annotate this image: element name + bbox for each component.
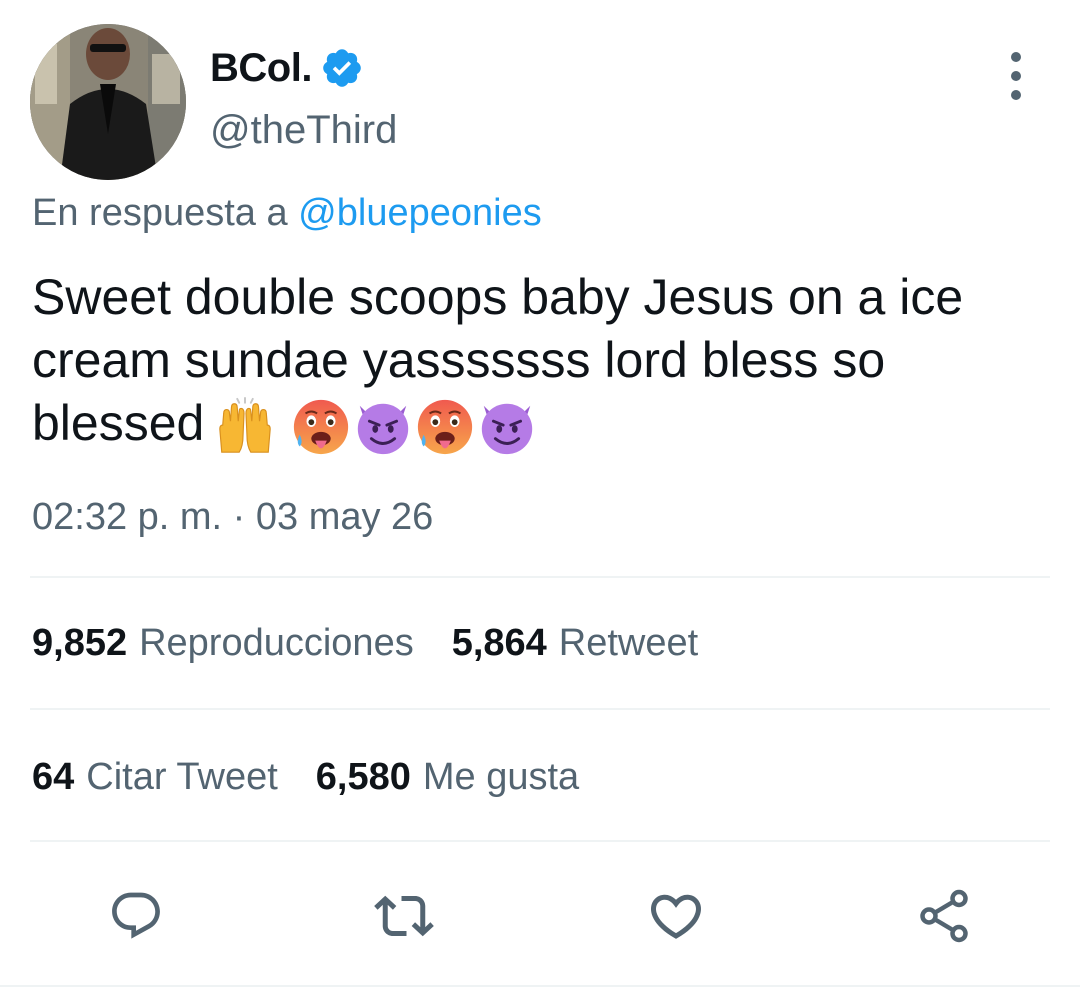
smiling-devil-emoji [482,403,533,454]
views-label: Reproducciones [139,622,414,664]
smiling-devil-emoji [358,403,409,454]
divider [0,985,1080,987]
dot [1011,71,1021,81]
tweet-action-bar [0,878,1080,958]
reply-context: En respuesta a @bluepeonies [32,192,542,235]
avatar-image [30,24,186,180]
raising-hands-emoji [219,396,272,453]
hot-face-emoji [418,399,473,454]
dot [1011,90,1021,100]
views-count: 9,852 [32,622,128,664]
likes-count: 6,580 [315,756,411,798]
tweet-text: Sweet double scoops baby Jesus on a ice … [32,266,1042,458]
tweet-emojis [214,396,538,458]
retweet-button[interactable] [372,884,436,948]
reply-to-handle-link[interactable]: @bluepeonies [298,192,542,234]
reply-icon [112,892,160,939]
share-icon [920,889,968,943]
like-button[interactable] [644,884,708,948]
like-icon [650,894,702,939]
hot-face-emoji [294,399,349,454]
share-button[interactable] [912,884,976,948]
divider [30,576,1050,578]
stats-row-views-retweets: 9,852 Reproducciones 5,864 Retweet [32,622,736,665]
verified-badge-icon [320,46,364,90]
dot [1011,52,1021,62]
quotes-count: 64 [32,756,75,798]
more-options-icon[interactable] [996,52,1036,100]
retweets-label: Retweet [558,622,699,664]
retweets-stat[interactable]: 5,864 Retweet [452,622,699,665]
reply-prefix: En respuesta a [32,192,288,234]
stats-row-quotes-likes: 64 Citar Tweet 6,580 Me gusta [32,756,617,799]
views-stat[interactable]: 9,852 Reproducciones [32,622,414,665]
avatar[interactable] [30,24,186,180]
reply-button[interactable] [104,884,168,948]
quotes-stat[interactable]: 64 Citar Tweet [32,756,278,799]
tweet-timestamp[interactable]: 02:32 p. m. · 03 may 26 [32,496,433,539]
likes-stat[interactable]: 6,580 Me gusta [316,756,579,799]
author-handle[interactable]: @theThird [210,108,397,153]
author-display-name[interactable]: BCol. [210,46,312,91]
likes-label: Me gusta [422,756,580,798]
divider [30,708,1050,710]
retweet-icon [374,895,434,937]
retweets-count: 5,864 [451,622,547,664]
divider [30,840,1050,842]
quotes-label: Citar Tweet [86,756,278,798]
author-name-row[interactable]: BCol. [210,42,364,94]
